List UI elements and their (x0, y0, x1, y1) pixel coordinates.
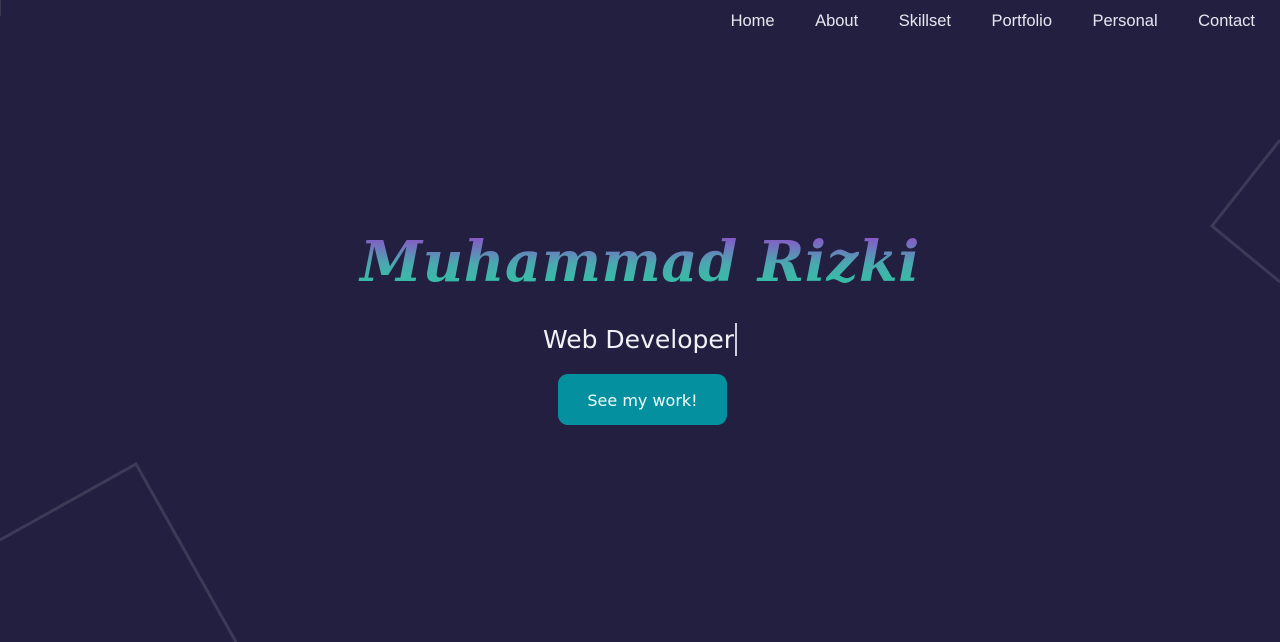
see-my-work-button[interactable]: See my work! (558, 374, 727, 425)
nav-item-home[interactable]: Home (731, 12, 775, 31)
background-decoration (0, 139, 1280, 642)
nav-item-skillset[interactable]: Skillset (899, 12, 951, 31)
hero-subtitle: Web Developer (542, 325, 735, 354)
nav-item-about[interactable]: About (815, 12, 858, 31)
typing-caret (735, 322, 738, 356)
nav-item-contact[interactable]: Contact (1198, 12, 1255, 31)
hero-name: Muhammad Rizki (0, 222, 1280, 302)
deco-square-bottom-left (0, 461, 238, 642)
hero-subtitle-wrap: Web Developer (0, 322, 1280, 358)
nav-item-personal[interactable]: Personal (1093, 12, 1158, 31)
nav-item-portfolio[interactable]: Portfolio (991, 12, 1052, 31)
top-navigation: Home About Skillset Portfolio Personal C… (731, 0, 1255, 42)
hero-page: Home About Skillset Portfolio Personal C… (0, 0, 1280, 642)
